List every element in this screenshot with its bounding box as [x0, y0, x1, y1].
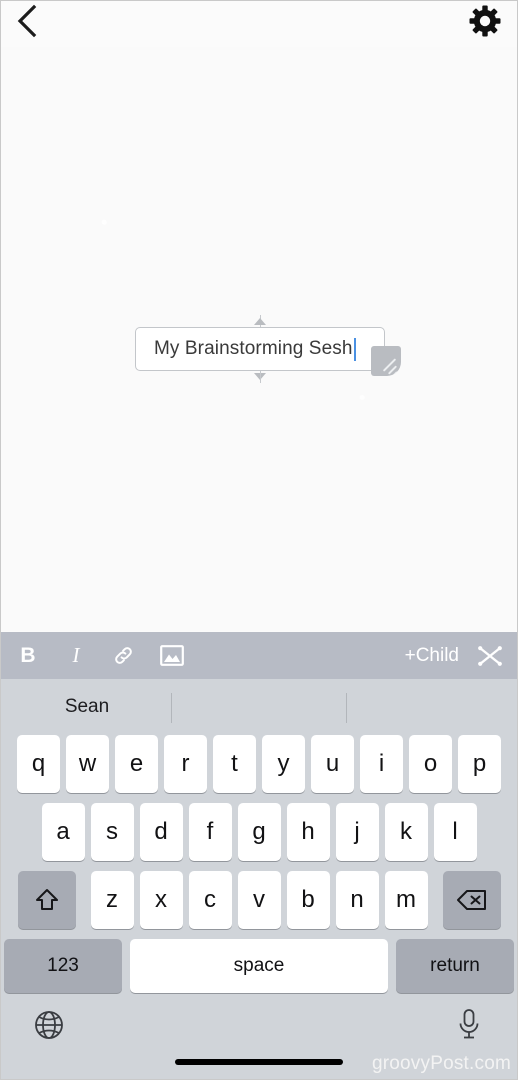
return-key[interactable]: return [396, 939, 514, 993]
format-toolbar-right: +Child [403, 640, 505, 672]
shift-key[interactable] [17, 871, 76, 929]
key-b[interactable]: b [286, 871, 330, 929]
key-z[interactable]: z [90, 871, 134, 929]
watermark-label: groovyPost.com [371, 1053, 511, 1074]
link-button[interactable] [109, 640, 139, 672]
scissors-icon [478, 645, 502, 666]
format-toolbar: B I +Child [1, 631, 517, 679]
key-j[interactable]: j [335, 803, 379, 861]
key-h[interactable]: h [286, 803, 330, 861]
key-o[interactable]: o [409, 735, 452, 793]
home-indicator[interactable] [175, 1059, 343, 1065]
prediction-item-2[interactable] [345, 679, 517, 735]
key-s[interactable]: s [90, 803, 134, 861]
dictation-key[interactable] [451, 1007, 487, 1043]
microphone-icon [459, 1009, 479, 1039]
key-p[interactable]: p [458, 735, 501, 793]
gear-icon [469, 5, 501, 37]
mindmap-node[interactable]: My Brainstorming Sesh [135, 315, 401, 383]
keyboard-row-3: z x c v b n m [1, 871, 517, 929]
key-g[interactable]: g [237, 803, 281, 861]
key-d[interactable]: d [139, 803, 183, 861]
image-icon [160, 645, 184, 666]
key-r[interactable]: r [164, 735, 207, 793]
italic-button[interactable]: I [61, 640, 91, 672]
format-toolbar-left: B I [13, 640, 187, 672]
key-e[interactable]: e [115, 735, 158, 793]
key-w[interactable]: w [66, 735, 109, 793]
key-x[interactable]: x [139, 871, 183, 929]
add-child-button[interactable]: +Child [403, 643, 461, 669]
key-c[interactable]: c [188, 871, 232, 929]
triangle-up-icon[interactable] [254, 318, 266, 325]
mindmap-canvas[interactable]: My Brainstorming Sesh [1, 47, 517, 631]
top-bar [1, 1, 517, 47]
key-f[interactable]: f [188, 803, 232, 861]
key-t[interactable]: t [213, 735, 256, 793]
keyboard-row-1: q w e r t y u i o p [1, 735, 517, 793]
settings-button[interactable] [465, 1, 505, 41]
cut-button[interactable] [475, 640, 505, 672]
image-button[interactable] [157, 640, 187, 672]
keyboard-row-4: 123 space return [1, 939, 517, 993]
key-v[interactable]: v [237, 871, 281, 929]
key-i[interactable]: i [360, 735, 403, 793]
globe-key[interactable] [31, 1007, 67, 1043]
italic-icon: I [72, 643, 80, 667]
node-text-field[interactable]: My Brainstorming Sesh [135, 327, 385, 371]
space-key[interactable]: space [130, 939, 388, 993]
key-y[interactable]: y [262, 735, 305, 793]
backspace-icon [456, 890, 486, 910]
text-caret [353, 337, 356, 361]
prediction-item-0[interactable]: Sean [1, 679, 173, 735]
keyboard-row-2: a s d f g h j k l [1, 803, 517, 861]
key-a[interactable]: a [41, 803, 85, 861]
key-k[interactable]: k [384, 803, 428, 861]
back-button[interactable] [9, 3, 45, 39]
resize-grip-icon[interactable] [371, 346, 401, 376]
numeric-key[interactable]: 123 [4, 939, 122, 993]
prediction-divider-1 [171, 693, 172, 723]
app-root: My Brainstorming Sesh B I +Child Sean q … [0, 0, 518, 1080]
keyboard: Sean q w e r t y u i o p a s d f g h j k… [1, 679, 517, 1079]
key-q[interactable]: q [17, 735, 60, 793]
key-l[interactable]: l [433, 803, 477, 861]
bold-icon: B [20, 643, 36, 667]
key-m[interactable]: m [384, 871, 428, 929]
chevron-left-icon [17, 4, 37, 38]
prediction-item-1[interactable] [173, 679, 345, 735]
bold-button[interactable]: B [13, 640, 43, 672]
shift-icon [35, 889, 58, 910]
backspace-key[interactable] [442, 871, 501, 929]
link-icon [115, 646, 132, 664]
keyboard-bottom-bar: groovyPost.com [1, 993, 517, 1079]
key-n[interactable]: n [335, 871, 379, 929]
prediction-divider-2 [346, 693, 347, 723]
key-u[interactable]: u [311, 735, 354, 793]
prediction-bar: Sean [1, 679, 517, 735]
globe-icon [35, 1011, 63, 1039]
node-bottom-connector [259, 371, 261, 383]
node-text-value: My Brainstorming Sesh [154, 338, 353, 359]
